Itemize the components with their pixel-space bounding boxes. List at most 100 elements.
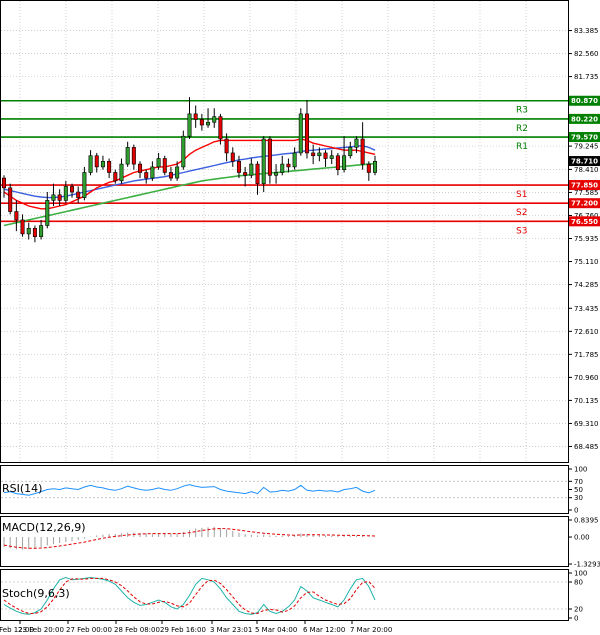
- candle-body: [76, 191, 81, 198]
- level-label-s1: S1: [516, 190, 527, 200]
- stoch-panel: [0, 569, 569, 621]
- price-tick-label: 70.960: [574, 374, 599, 382]
- price-axis: 83.385 82.560 81.735 80.220 79.245 78.410 77.5…: [568, 27, 599, 451]
- candle-body: [360, 138, 365, 165]
- candle-body: [274, 172, 279, 176]
- candle-body: [230, 152, 235, 162]
- candle-body: [45, 200, 50, 226]
- indicator-tick-label: 0: [574, 615, 578, 623]
- price-tick-label: 73.435: [574, 305, 599, 313]
- level-price-box-text: 79.570: [571, 134, 598, 142]
- indicator-tick-label: 80: [574, 579, 583, 587]
- price-tick-label: 70.135: [574, 397, 599, 405]
- candle-body: [218, 116, 223, 140]
- candle-body: [113, 172, 118, 182]
- time-tick-label: 29 Feb 16:00: [160, 626, 206, 634]
- price-tick-label: 83.385: [574, 27, 599, 35]
- candle-body: [372, 161, 378, 173]
- indicator-tick-label: 70: [574, 478, 583, 486]
- price-tick-label: 69.310: [574, 420, 599, 428]
- indicator-tick-label: -1.3293: [574, 561, 600, 569]
- candle-body: [1, 177, 7, 189]
- candle-body: [199, 119, 204, 126]
- candle-body: [193, 113, 198, 120]
- candle-body: [150, 166, 155, 179]
- candle-body: [8, 187, 13, 212]
- level-price-box-text: 80.220: [571, 115, 598, 123]
- candle-body: [354, 138, 359, 148]
- rsi-label: RSI(14): [2, 482, 42, 495]
- price-tick-label: 82.560: [574, 50, 599, 58]
- time-tick-label: 7 Mar 20:00: [350, 626, 392, 634]
- level-label-s2: S2: [516, 208, 527, 218]
- candle-body: [292, 152, 297, 168]
- rsi-panel: [0, 465, 569, 514]
- indicator-tick-label: 50: [574, 486, 583, 494]
- candle-body: [32, 228, 37, 237]
- time-axis: 22 Feb 12:0023 Feb 20:0027 Feb 00:0028 F…: [0, 621, 392, 634]
- level-price-box-text: 80.870: [571, 97, 598, 105]
- time-tick-label: 27 Feb 00:00: [66, 626, 112, 634]
- stoch-label: Stoch(9,6,3): [2, 587, 70, 600]
- candle-body: [70, 186, 75, 193]
- indicator-tick-label: 100: [574, 466, 587, 474]
- candle-body: [206, 121, 211, 126]
- candle-body: [26, 228, 31, 235]
- forex-chart: R3 R2 R1 S1 S2 S3 83.385 82.560 81.735 80.220 79.…: [0, 0, 600, 634]
- price-tick-label: 74.285: [574, 281, 599, 289]
- candle-body: [249, 163, 254, 176]
- indicator-tick-label: 100: [574, 570, 587, 578]
- candle-body: [342, 155, 347, 170]
- level-price-box-text: 76.550: [571, 218, 598, 226]
- price-tick-label: 72.610: [574, 328, 599, 336]
- indicator-tick-label: 0: [574, 507, 578, 515]
- price-tick-label: 77.585: [574, 189, 599, 197]
- candle-body: [366, 163, 371, 173]
- candle-body: [323, 152, 328, 159]
- candle-body: [63, 186, 68, 201]
- candle-body: [100, 161, 105, 168]
- candle-body: [162, 158, 167, 173]
- price-tick-label: 81.735: [574, 73, 599, 81]
- indicator-tick-label: 0.8395: [574, 517, 599, 525]
- candle-body: [14, 211, 19, 221]
- candle-body: [243, 172, 248, 176]
- level-price-box-text: 77.200: [571, 200, 598, 208]
- indicator-tick-label: 0.00: [574, 534, 590, 542]
- candle-body: [88, 155, 93, 173]
- candle-body: [181, 135, 186, 168]
- candle-body: [212, 116, 217, 123]
- current-price-text: 78.710: [571, 158, 598, 166]
- candle-body: [280, 163, 285, 173]
- time-tick-label: 23 Feb 20:00: [18, 626, 64, 634]
- candle-body: [39, 225, 44, 237]
- price-tick-label: 68.485: [574, 443, 599, 451]
- candle-body: [286, 163, 291, 168]
- indicator-tick-label: 30: [574, 494, 583, 502]
- macd-label: MACD(12,26,9): [2, 521, 86, 534]
- level-price-boxes: 80.870 80.220 79.570 77.850 77.200 76.550 78.7…: [569, 95, 600, 227]
- candle-body: [119, 163, 124, 182]
- level-label-r2: R2: [516, 124, 528, 134]
- time-tick-label: 5 Mar 04:00: [255, 626, 297, 634]
- time-tick-label: 3 Mar 23:01: [210, 626, 252, 634]
- price-tick-label: 79.245: [574, 143, 599, 151]
- candle-body: [304, 113, 309, 154]
- candle-body: [261, 138, 266, 184]
- indicator-tick-label: 20: [574, 606, 583, 614]
- level-label-s3: S3: [516, 226, 527, 236]
- candle-body: [236, 161, 241, 173]
- candle-body: [138, 163, 143, 173]
- time-tick-label: 6 Mar 12:00: [303, 626, 345, 634]
- candle-body: [348, 147, 353, 157]
- candle-body: [82, 172, 87, 198]
- candle-body: [311, 152, 316, 157]
- candle-body: [156, 158, 161, 168]
- level-label-r1: R1: [516, 142, 528, 152]
- candle-body: [187, 113, 192, 137]
- candle-body: [298, 113, 303, 154]
- candle-body: [329, 155, 334, 159]
- candle-body: [224, 138, 229, 154]
- candle-body: [175, 166, 180, 179]
- price-tick-label: 75.110: [574, 258, 599, 266]
